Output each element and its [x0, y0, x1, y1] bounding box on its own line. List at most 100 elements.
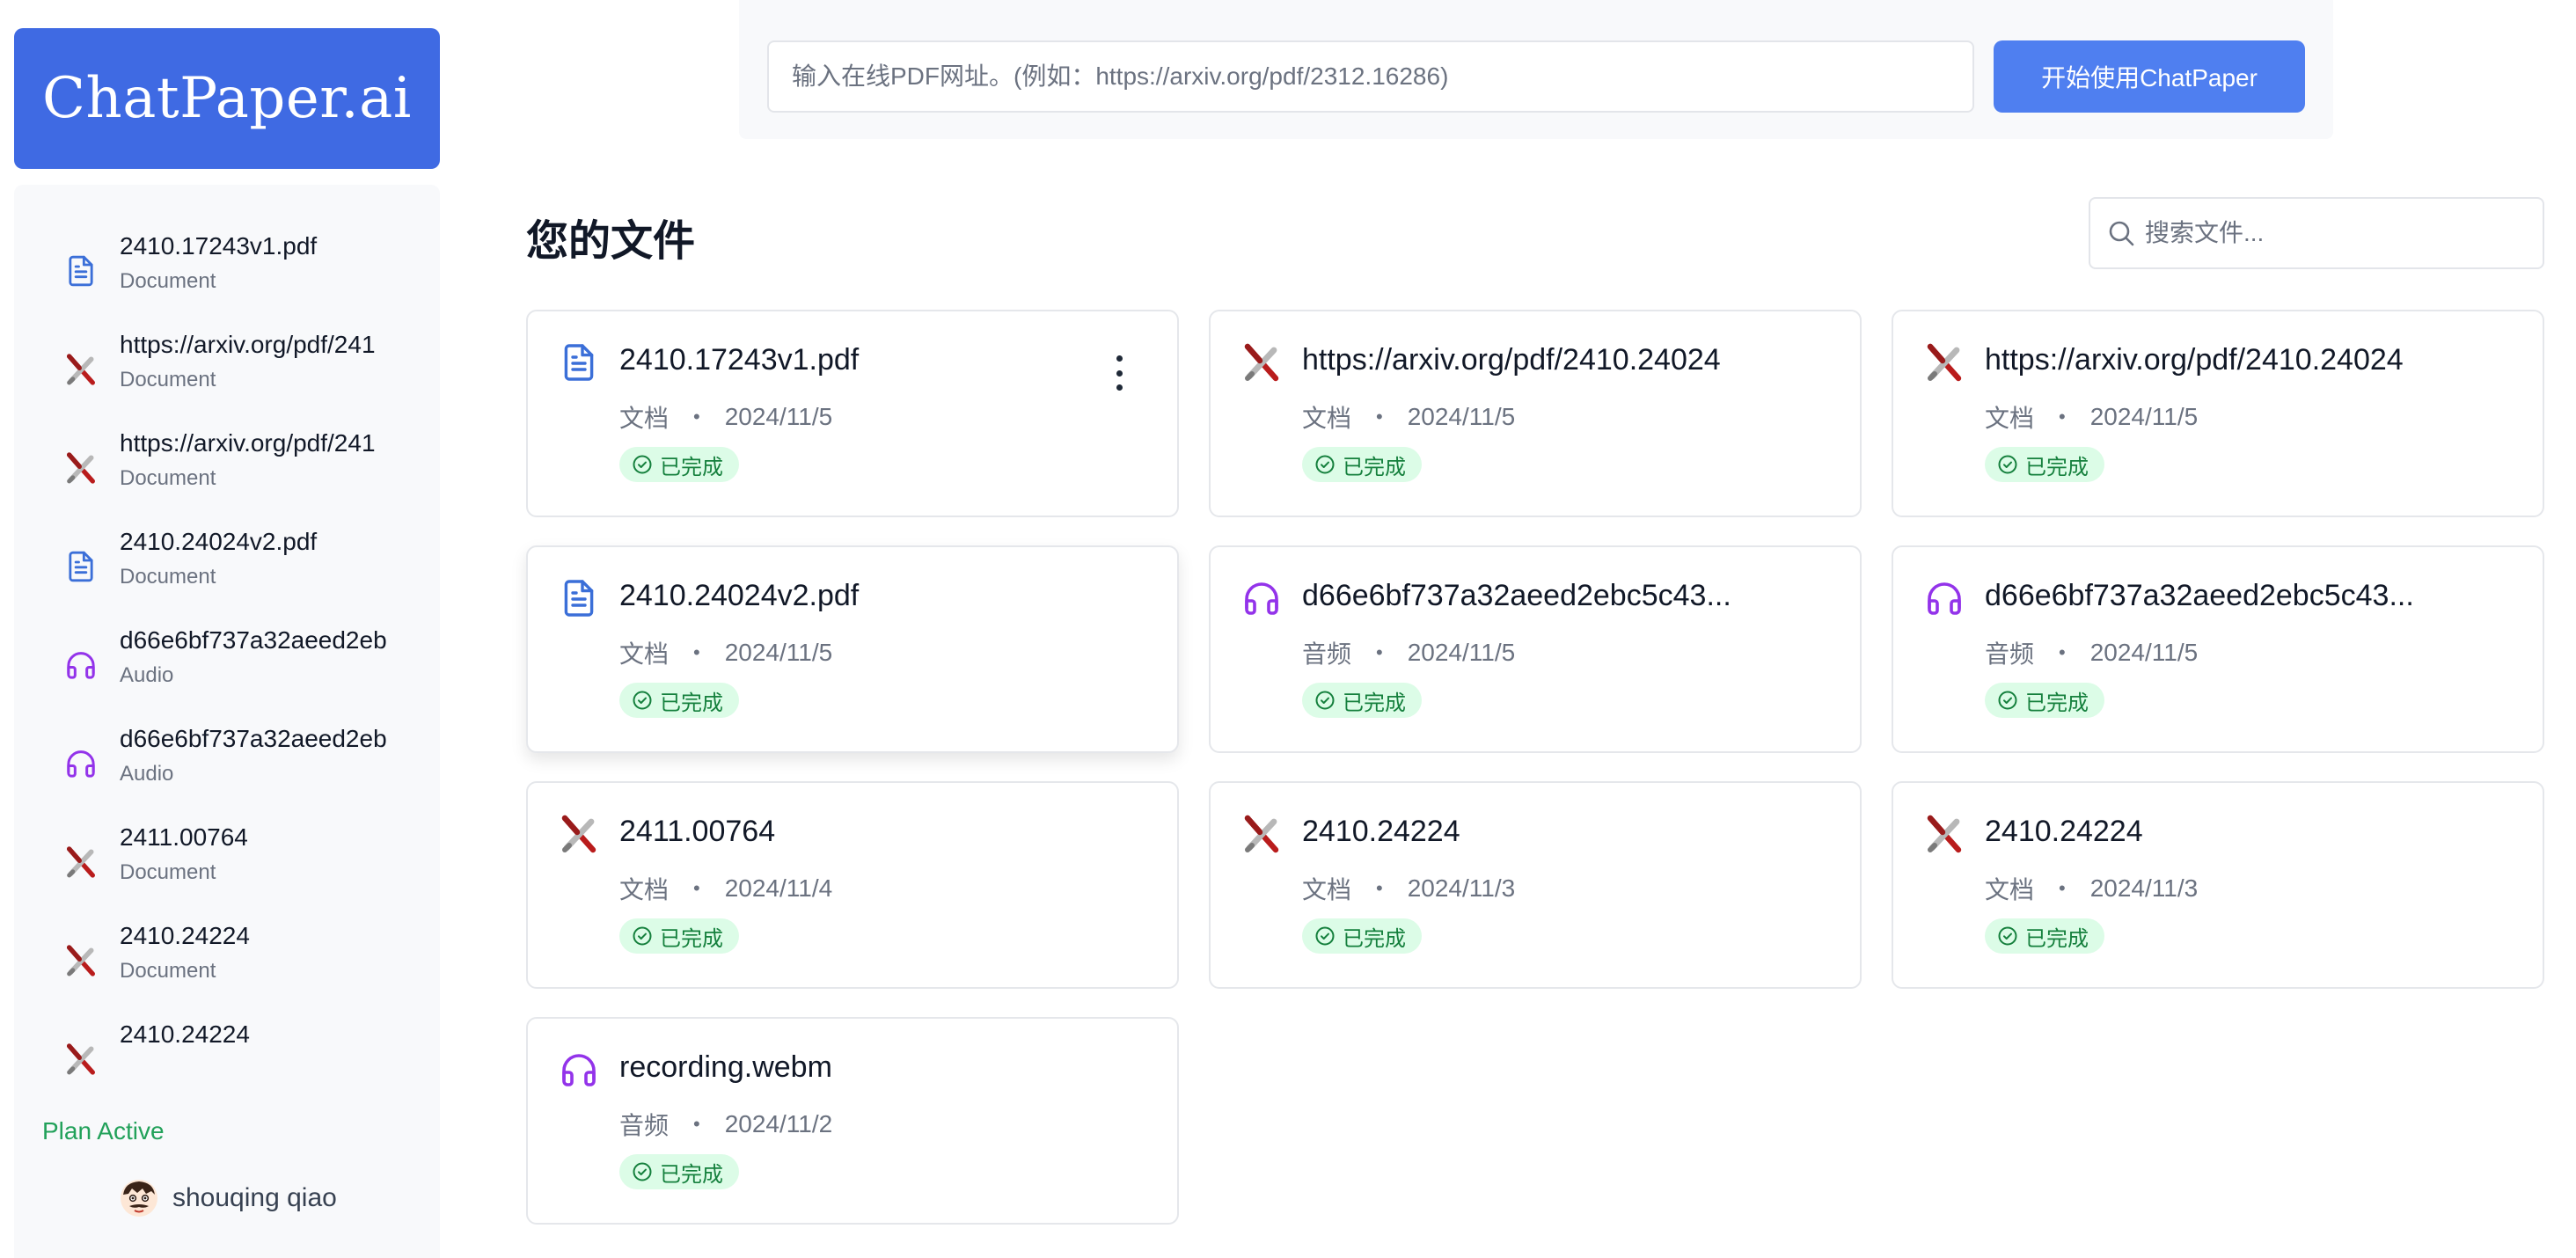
- file-title: 2410.24024v2.pdf: [619, 579, 860, 612]
- file-type: 文档: [1985, 876, 2035, 903]
- separator-dot: •: [1376, 641, 1383, 663]
- file-card[interactable]: 2410.24224 文档 • 2024/11/3 已完成: [1209, 781, 1862, 989]
- file-meta: 音频 • 2024/11/5: [1985, 635, 2198, 670]
- file-card[interactable]: 2410.17243v1.pdf 文档 • 2024/11/5 已完成: [526, 310, 1179, 517]
- sidebar-item-title: https://arxiv.org/pdf/241: [120, 331, 376, 358]
- search-icon: [2109, 221, 2134, 246]
- more-options-icon[interactable]: [1110, 355, 1128, 391]
- search-input[interactable]: [2145, 199, 2532, 267]
- status-badge: 已完成: [1302, 918, 1422, 954]
- separator-dot: •: [693, 406, 700, 428]
- file-meta: 文档 • 2024/11/3: [1302, 871, 1515, 906]
- file-type: 文档: [1985, 405, 2035, 432]
- broken-pencil-icon: [60, 841, 102, 883]
- sidebar-item-type: Document: [120, 959, 216, 983]
- sidebar-item[interactable]: 2411.00764 Document: [14, 822, 440, 910]
- check-circle-icon: [632, 925, 653, 947]
- sidebar-item-title: https://arxiv.org/pdf/241: [120, 429, 376, 457]
- document-icon: [60, 250, 102, 292]
- file-title: d66e6bf737a32aeed2ebc5c43...: [1302, 579, 1731, 612]
- status-label: 已完成: [1343, 926, 1406, 951]
- check-circle-icon: [1314, 454, 1336, 475]
- file-date: 2024/11/5: [2089, 403, 2199, 430]
- file-title: https://arxiv.org/pdf/2410.24024: [1302, 343, 1721, 377]
- app-root: ChatPaper.ai 2410.17243v1.pdf Document h…: [0, 0, 2576, 1258]
- user-name: shouqing qiao: [172, 1183, 337, 1212]
- sidebar-item[interactable]: 2410.17243v1.pdf Document: [14, 230, 440, 318]
- sidebar-item[interactable]: 2410.24224 Document: [14, 920, 440, 1008]
- file-meta: 文档 • 2024/11/3: [1985, 871, 2198, 906]
- user-profile[interactable]: shouqing qiao: [120, 1174, 337, 1223]
- file-date: 2024/11/2: [724, 1110, 833, 1137]
- separator-dot: •: [693, 877, 700, 899]
- file-title: 2410.17243v1.pdf: [619, 343, 860, 377]
- separator-dot: •: [2059, 641, 2066, 663]
- status-label: 已完成: [660, 691, 723, 715]
- headphones-icon: [1237, 574, 1286, 623]
- document-icon: [60, 545, 102, 588]
- file-type: 音频: [619, 1112, 670, 1139]
- sidebar-item[interactable]: d66e6bf737a32aeed2eb Audio: [14, 723, 440, 811]
- file-card[interactable]: 2410.24224 文档 • 2024/11/3 已完成: [1892, 781, 2544, 989]
- file-card[interactable]: d66e6bf737a32aeed2ebc5c43... 音频 • 2024/1…: [1892, 545, 2544, 753]
- broken-pencil-icon: [1920, 338, 1969, 387]
- file-type: 文档: [1302, 405, 1352, 432]
- check-circle-icon: [1314, 925, 1336, 947]
- file-date: 2024/11/5: [724, 639, 833, 666]
- check-circle-icon: [1997, 925, 2018, 947]
- page-title: 您的文件: [526, 218, 696, 265]
- separator-dot: •: [693, 1113, 700, 1135]
- logo[interactable]: ChatPaper.ai: [14, 28, 440, 169]
- status-badge: 已完成: [1302, 447, 1422, 482]
- broken-pencil-icon: [1920, 809, 1969, 859]
- sidebar-item-title: 2410.24024v2.pdf: [120, 528, 318, 555]
- file-meta: 文档 • 2024/11/5: [1302, 399, 1515, 435]
- check-circle-icon: [1997, 454, 2018, 475]
- file-meta: 音频 • 2024/11/2: [619, 1107, 832, 1142]
- separator-dot: •: [1376, 877, 1383, 899]
- sidebar-item[interactable]: https://arxiv.org/pdf/241 Document: [14, 428, 440, 516]
- check-circle-icon: [632, 454, 653, 475]
- status-badge: 已完成: [1985, 447, 2104, 482]
- file-card[interactable]: https://arxiv.org/pdf/2410.24024 文档 • 20…: [1209, 310, 1862, 517]
- file-title: https://arxiv.org/pdf/2410.24024: [1985, 343, 2404, 377]
- status-badge: 已完成: [619, 447, 739, 482]
- file-type: 音频: [1985, 640, 2035, 668]
- file-type: 文档: [619, 405, 670, 432]
- sidebar: 2410.17243v1.pdf Document https://arxiv.…: [14, 185, 440, 1258]
- broken-pencil-icon: [60, 447, 102, 489]
- broken-pencil-icon: [60, 348, 102, 391]
- plan-status: Plan Active: [42, 1117, 165, 1145]
- status-label: 已完成: [660, 926, 723, 951]
- sidebar-item-type: Audio: [120, 663, 174, 687]
- sidebar-item[interactable]: 2410.24024v2.pdf Document: [14, 526, 440, 614]
- separator-dot: •: [1376, 406, 1383, 428]
- sidebar-item[interactable]: d66e6bf737a32aeed2eb Audio: [14, 625, 440, 713]
- status-badge: 已完成: [619, 1154, 739, 1189]
- file-title: 2410.24224: [1985, 815, 2143, 848]
- file-card[interactable]: d66e6bf737a32aeed2ebc5c43... 音频 • 2024/1…: [1209, 545, 1862, 753]
- file-meta: 文档 • 2024/11/5: [619, 399, 832, 435]
- sidebar-item[interactable]: https://arxiv.org/pdf/241 Document: [14, 329, 440, 417]
- file-meta: 文档 • 2024/11/4: [619, 871, 832, 906]
- file-card[interactable]: https://arxiv.org/pdf/2410.24024 文档 • 20…: [1892, 310, 2544, 517]
- start-chatpaper-button[interactable]: 开始使用ChatPaper: [1994, 40, 2305, 113]
- document-icon: [554, 574, 604, 623]
- file-meta: 文档 • 2024/11/5: [619, 635, 832, 670]
- status-badge: 已完成: [619, 918, 739, 954]
- pdf-url-input[interactable]: [767, 40, 1974, 113]
- file-date: 2024/11/5: [724, 403, 833, 430]
- file-card[interactable]: 2410.24024v2.pdf 文档 • 2024/11/5 已完成: [526, 545, 1179, 753]
- search-box[interactable]: [2089, 197, 2544, 269]
- file-card[interactable]: recording.webm 音频 • 2024/11/2 已完成: [526, 1017, 1179, 1225]
- sidebar-item-title: d66e6bf737a32aeed2eb: [120, 626, 387, 654]
- headphones-icon: [60, 644, 102, 686]
- sidebar-item[interactable]: 2410.24224: [14, 1019, 440, 1075]
- headphones-icon: [1920, 574, 1969, 623]
- file-card[interactable]: 2411.00764 文档 • 2024/11/4 已完成: [526, 781, 1179, 989]
- sidebar-item-type: Document: [120, 368, 216, 391]
- file-title: recording.webm: [619, 1050, 832, 1084]
- sidebar-item-type: Document: [120, 860, 216, 884]
- file-date: 2024/11/5: [1407, 639, 1516, 666]
- broken-pencil-icon: [554, 809, 604, 859]
